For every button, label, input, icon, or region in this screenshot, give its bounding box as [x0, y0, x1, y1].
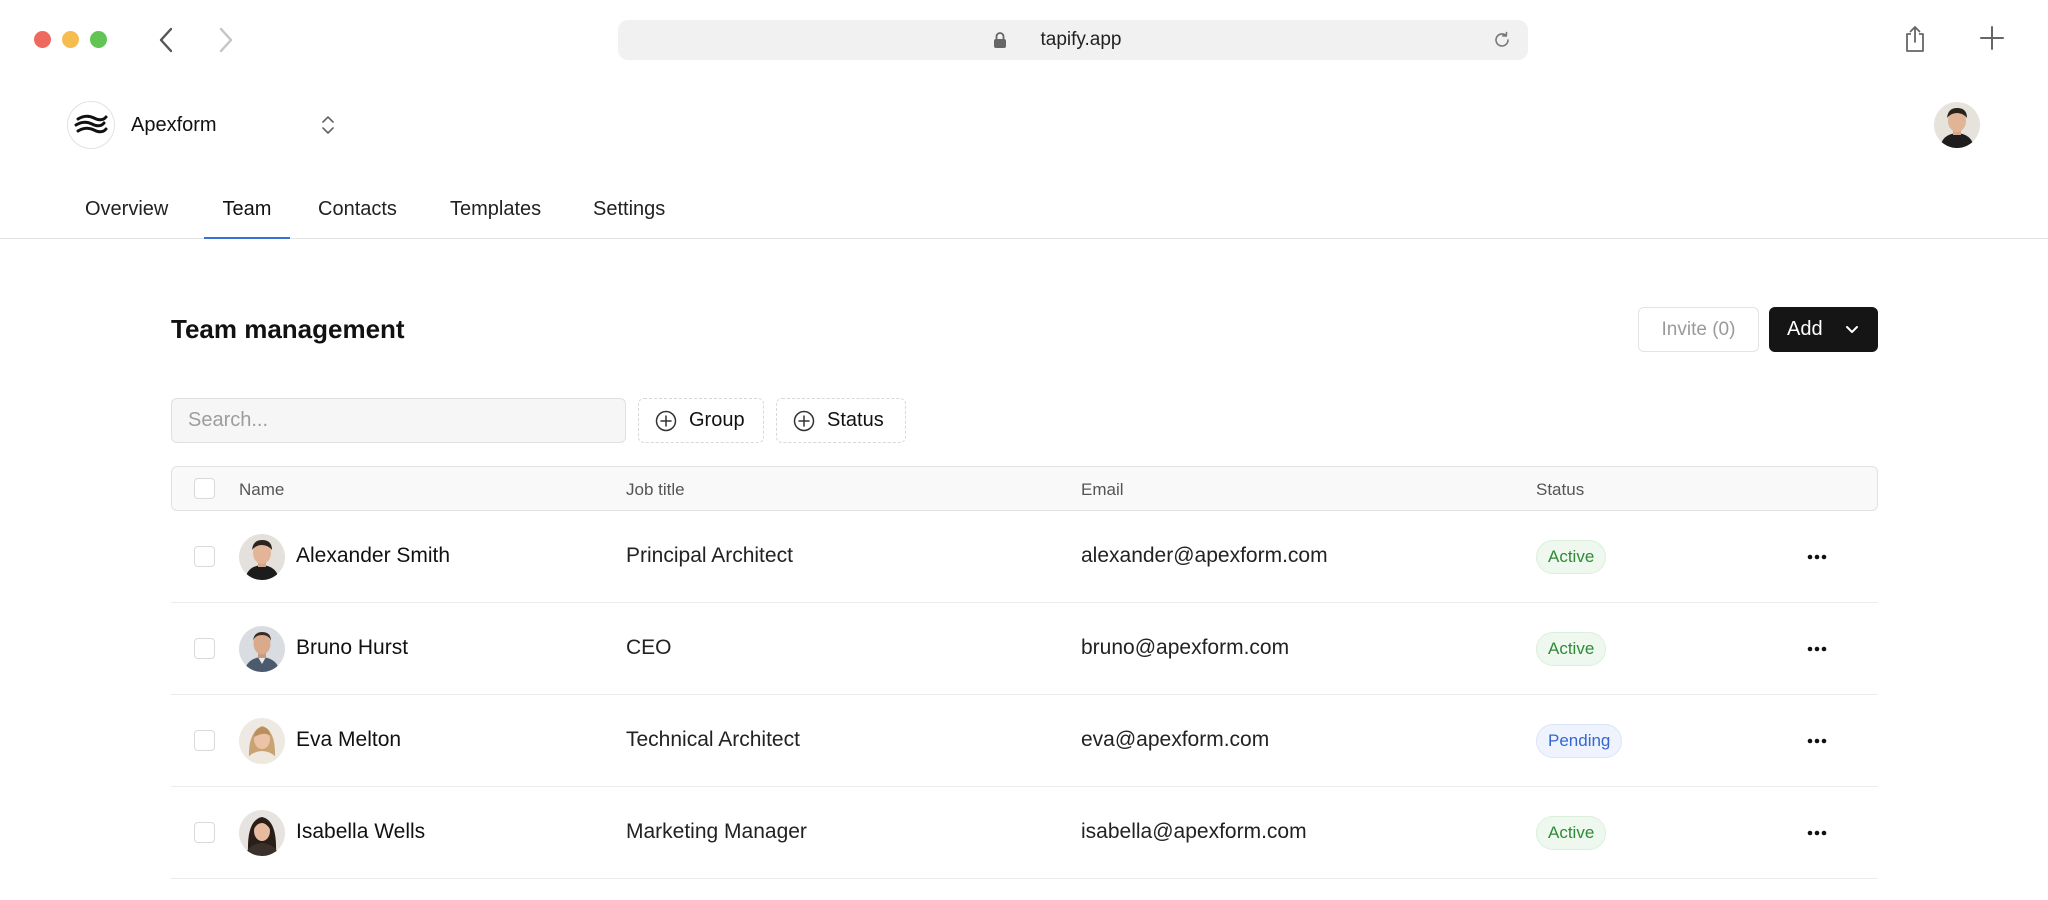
table-header: Name Job title Email Status — [171, 466, 1878, 511]
tab-settings[interactable]: Settings — [593, 180, 665, 239]
workspace-name: Apexform — [131, 113, 217, 136]
status-filter-button[interactable]: Status — [776, 398, 906, 443]
member-name: Isabella Wells — [296, 820, 426, 843]
row-checkbox[interactable] — [194, 638, 215, 659]
plus-circle-icon — [655, 410, 677, 432]
reload-icon[interactable] — [1492, 30, 1512, 50]
status-badge: Active — [1536, 540, 1607, 574]
row-checkbox[interactable] — [194, 730, 215, 751]
plus-icon[interactable] — [1978, 24, 2006, 52]
member-job-title: Marketing Manager — [626, 820, 807, 843]
more-horizontal-icon — [1807, 830, 1827, 836]
chevron-left-icon — [159, 27, 173, 53]
row-checkbox[interactable] — [194, 546, 215, 567]
row-actions-button[interactable] — [1799, 725, 1835, 757]
member-job-title: Principal Architect — [626, 544, 793, 567]
forward-button[interactable] — [208, 22, 244, 58]
member-name: Bruno Hurst — [296, 636, 409, 659]
minimize-window-button[interactable] — [62, 31, 79, 48]
status-filter-label: Status — [827, 409, 884, 431]
user-avatar[interactable] — [1934, 102, 1980, 148]
member-name: Alexander Smith — [296, 544, 451, 567]
row-actions-button[interactable] — [1799, 541, 1835, 573]
column-header-job-title[interactable]: Job title — [626, 480, 685, 500]
chevron-down-icon — [1846, 326, 1858, 333]
member-name: Eva Melton — [296, 728, 402, 751]
status-badge: Pending — [1536, 724, 1623, 758]
chevron-right-icon — [219, 27, 233, 53]
row-actions-button[interactable] — [1799, 817, 1835, 849]
chevron-up-down-icon — [322, 116, 334, 134]
page-title: Team management — [171, 314, 405, 344]
column-header-email[interactable]: Email — [1081, 480, 1124, 500]
tab-bar: Overview Team Contacts Templates Setting… — [0, 180, 2048, 239]
table-row[interactable]: Eva Melton Technical Architect eva@apexf… — [171, 695, 1878, 787]
row-checkbox[interactable] — [194, 822, 215, 843]
avatar — [239, 534, 285, 580]
more-horizontal-icon — [1807, 646, 1827, 652]
status-badge: Active — [1536, 632, 1607, 666]
add-button-label: Add — [1787, 318, 1823, 340]
invite-button[interactable]: Invite (0) — [1638, 307, 1759, 352]
member-job-title: Technical Architect — [626, 728, 800, 751]
close-window-button[interactable] — [34, 31, 51, 48]
table-row[interactable]: Alexander Smith Principal Architect alex… — [171, 511, 1878, 603]
member-job-title: CEO — [626, 636, 672, 659]
group-filter-button[interactable]: Group — [638, 398, 764, 443]
more-horizontal-icon — [1807, 738, 1827, 744]
avatar — [239, 810, 285, 856]
table-row[interactable]: Isabella Wells Marketing Manager isabell… — [171, 787, 1878, 879]
lock-icon — [994, 32, 1006, 48]
maximize-window-button[interactable] — [90, 31, 107, 48]
share-icon[interactable] — [1902, 24, 1928, 54]
row-actions-button[interactable] — [1799, 633, 1835, 665]
group-filter-label: Group — [689, 409, 745, 431]
address-bar[interactable]: tapify.app — [618, 20, 1528, 60]
add-button[interactable]: Add — [1769, 307, 1878, 352]
tab-templates[interactable]: Templates — [450, 180, 541, 239]
browser-chrome: tapify.app — [0, 0, 2048, 80]
column-header-status[interactable]: Status — [1536, 480, 1584, 500]
workspace-logo — [67, 101, 115, 149]
status-badge: Active — [1536, 816, 1607, 850]
member-email: isabella@apexform.com — [1081, 820, 1307, 843]
more-horizontal-icon — [1807, 554, 1827, 560]
workspace-switcher[interactable]: Apexform — [67, 101, 334, 149]
member-email: alexander@apexform.com — [1081, 544, 1328, 567]
column-header-name[interactable]: Name — [239, 480, 284, 500]
search-input[interactable] — [171, 398, 626, 443]
table-row[interactable]: Bruno Hurst CEO bruno@apexform.com Activ… — [171, 603, 1878, 695]
avatar — [239, 718, 285, 764]
tab-contacts[interactable]: Contacts — [318, 180, 397, 239]
member-email: bruno@apexform.com — [1081, 636, 1290, 659]
avatar — [239, 626, 285, 672]
back-button[interactable] — [148, 22, 184, 58]
tab-team[interactable]: Team — [204, 180, 290, 239]
select-all-checkbox[interactable] — [194, 478, 215, 499]
tab-overview[interactable]: Overview — [85, 180, 168, 239]
url-text: tapify.app — [1040, 29, 1122, 50]
member-email: eva@apexform.com — [1081, 728, 1270, 751]
plus-circle-icon — [793, 410, 815, 432]
